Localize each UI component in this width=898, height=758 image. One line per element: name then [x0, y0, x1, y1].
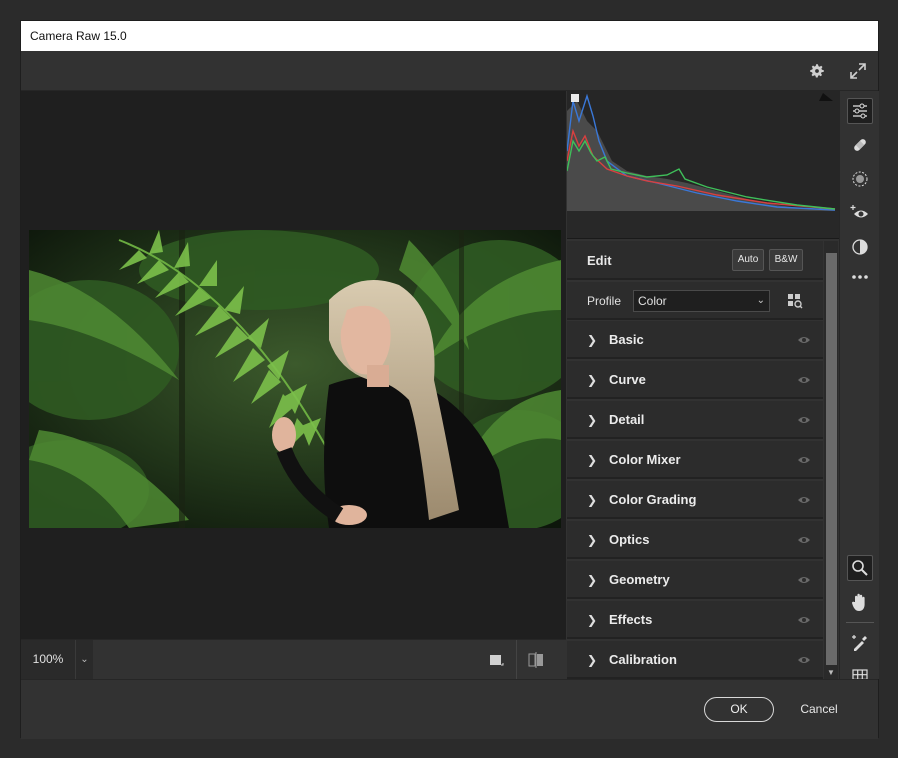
chevron-right-icon: ❯ — [587, 613, 598, 627]
hand-icon[interactable] — [847, 589, 873, 615]
section-color-mixer[interactable]: ❯ Color Mixer — [567, 441, 823, 479]
zoom-icon[interactable] — [847, 555, 873, 581]
eye-icon[interactable] — [797, 335, 811, 345]
eye-icon[interactable] — [797, 495, 811, 505]
right-panel: ▲ ▼ Edit Auto B&W Profile Color ⌄ ❯ Basi… — [566, 91, 839, 679]
profile-label: Profile — [587, 294, 622, 308]
section-label: Optics — [609, 532, 650, 547]
eye-icon[interactable] — [797, 455, 811, 465]
section-label: Curve — [609, 372, 646, 387]
chevron-right-icon: ❯ — [587, 573, 598, 587]
profile-browser-icon[interactable] — [787, 293, 803, 309]
healing-bandage-icon[interactable] — [847, 132, 873, 158]
auto-button[interactable]: Auto — [732, 249, 764, 271]
profile-row: Profile Color ⌄ — [567, 282, 823, 320]
image-preview-area[interactable] — [21, 91, 566, 639]
eye-icon[interactable] — [797, 615, 811, 625]
color-sampler-icon[interactable] — [847, 630, 873, 656]
section-optics[interactable]: ❯ Optics — [567, 521, 823, 559]
presets-icon[interactable] — [847, 234, 873, 260]
section-label: Color Grading — [609, 492, 697, 507]
chevron-down-icon[interactable]: ⌄ — [75, 640, 93, 679]
chevron-right-icon: ❯ — [587, 373, 598, 387]
tool-strip — [839, 91, 879, 685]
expand-icon[interactable] — [847, 60, 869, 82]
chevron-down-icon: ⌄ — [756, 295, 765, 306]
camera-raw-dialog: Camera Raw 15.0 100% ⌄ ▼ Edit Auto B&W P… — [20, 20, 879, 739]
ok-button[interactable]: OK — [704, 697, 774, 722]
edit-sliders-icon[interactable] — [847, 98, 873, 124]
section-label: Basic — [609, 332, 644, 347]
chevron-right-icon: ❯ — [587, 453, 598, 467]
photo-preview[interactable] — [29, 230, 561, 528]
top-toolbar — [21, 51, 878, 91]
section-label: Detail — [609, 412, 645, 427]
section-effects[interactable]: ❯ Effects — [567, 601, 823, 639]
eye-icon[interactable] — [797, 375, 811, 385]
section-label: Geometry — [609, 572, 670, 587]
zoom-level[interactable]: 100% — [21, 640, 75, 679]
section-label: Color Mixer — [609, 452, 681, 467]
eye-icon[interactable] — [797, 655, 811, 665]
window-title: Camera Raw 15.0 — [21, 21, 878, 51]
edit-header: Edit Auto B&W — [567, 241, 823, 280]
more-icon[interactable] — [847, 264, 873, 290]
masking-icon[interactable] — [847, 166, 873, 192]
section-color-grading[interactable]: ❯ Color Grading — [567, 481, 823, 519]
section-basic[interactable]: ❯ Basic — [567, 321, 823, 359]
scrollbar-thumb[interactable] — [826, 253, 837, 665]
section-calibration[interactable]: ❯ Calibration — [567, 641, 823, 679]
histogram — [566, 91, 839, 239]
preview-mode-icon[interactable] — [488, 652, 504, 668]
eye-icon[interactable] — [797, 415, 811, 425]
cancel-button[interactable]: Cancel — [791, 697, 847, 722]
chevron-right-icon: ❯ — [587, 333, 598, 347]
chevron-right-icon: ❯ — [587, 413, 598, 427]
bw-button[interactable]: B&W — [769, 249, 803, 271]
section-label: Effects — [609, 612, 653, 627]
red-eye-icon[interactable] — [847, 200, 873, 226]
section-label: Calibration — [609, 652, 677, 667]
chevron-right-icon: ❯ — [587, 653, 598, 667]
section-geometry[interactable]: ❯ Geometry — [567, 561, 823, 599]
edit-title: Edit — [587, 253, 612, 268]
preview-footer-bar: 100% ⌄ — [21, 639, 566, 679]
scroll-down-button[interactable]: ▼ — [824, 667, 838, 679]
before-after-icon[interactable] — [527, 651, 545, 669]
eye-icon[interactable] — [797, 535, 811, 545]
divider — [516, 640, 517, 679]
dialog-footer: OK Cancel — [21, 679, 878, 739]
section-detail[interactable]: ❯ Detail — [567, 401, 823, 439]
divider — [846, 622, 874, 623]
chevron-right-icon: ❯ — [587, 533, 598, 547]
chevron-right-icon: ❯ — [587, 493, 598, 507]
eye-icon[interactable] — [797, 575, 811, 585]
section-curve[interactable]: ❯ Curve — [567, 361, 823, 399]
profile-value: Color — [638, 294, 667, 308]
profile-select[interactable]: Color ⌄ — [633, 290, 770, 312]
gear-icon[interactable] — [806, 60, 828, 82]
